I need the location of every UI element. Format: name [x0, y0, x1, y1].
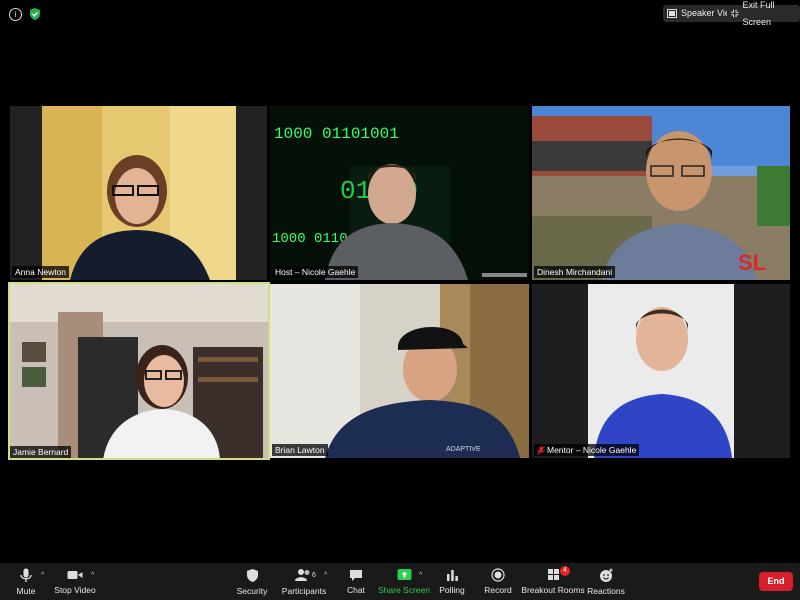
- shirt-text: ADAPTIVE: [446, 446, 481, 453]
- video-tile-brian-lawton[interactable]: ADAPTIVE Brian Lawton: [270, 284, 529, 458]
- security-shield-icon: [246, 569, 258, 582]
- polling-label: Polling: [439, 585, 465, 595]
- reactions-button[interactable]: Reactions: [587, 563, 625, 600]
- security-button[interactable]: Security: [236, 563, 268, 600]
- polling-bar-chart-icon: [446, 570, 458, 581]
- chat-label: Chat: [347, 585, 365, 595]
- top-bar: i Speaker View Exit Full Screen: [0, 0, 800, 28]
- breakout-rooms-button[interactable]: Breakout Rooms: [521, 563, 585, 600]
- speaker-view-icon: [667, 9, 677, 18]
- chevron-up-icon[interactable]: ^: [41, 572, 44, 579]
- participants-icon: [295, 569, 310, 581]
- breakout-rooms-label: Breakout Rooms: [521, 585, 585, 595]
- participant-name-label: Mentor – Nicole Gaehle: [534, 444, 640, 456]
- chat-button[interactable]: Chat: [344, 563, 368, 600]
- participant-name-label: Anna Newton: [12, 266, 70, 278]
- mute-button[interactable]: Mute: [13, 563, 39, 600]
- share-screen-label: Share Screen: [378, 585, 430, 595]
- video-tile-dinesh-mirchandani[interactable]: SL Dinesh Mirchandani: [532, 106, 790, 280]
- participant-name: Host – Nicole Gaehle: [275, 267, 356, 277]
- participant-name: Dinesh Mirchandani: [537, 267, 613, 277]
- mute-label: Mute: [16, 586, 36, 596]
- video-feed: [8, 282, 270, 460]
- smiley-plus-icon: [599, 568, 613, 582]
- binary-text-3: 1000 0110: [272, 231, 348, 247]
- video-camera-icon: [67, 571, 83, 579]
- participants-button[interactable]: Participants: [281, 563, 327, 600]
- video-feed: [532, 284, 790, 458]
- participant-name: Anna Newton: [15, 267, 67, 277]
- meeting-toolbar: Mute ^ Stop Video ^ Security Participant…: [0, 563, 800, 600]
- microphone-icon: [20, 568, 32, 582]
- video-tile-jamie-bernard[interactable]: Jamie Bernard: [8, 282, 270, 460]
- video-feed: 1000 01101001 01010 1000 0110: [270, 106, 529, 280]
- chevron-up-icon[interactable]: ^: [91, 572, 94, 579]
- share-screen-button[interactable]: Share Screen: [378, 563, 430, 600]
- participant-name: Jamie Bernard: [13, 447, 69, 457]
- notification-badge: 4: [560, 566, 570, 576]
- chevron-up-icon[interactable]: ^: [419, 572, 422, 579]
- record-button[interactable]: Record: [484, 563, 512, 600]
- exit-fullscreen-icon: [731, 9, 739, 18]
- video-feed: ADAPTIVE: [270, 284, 529, 458]
- chevron-up-icon[interactable]: ^: [324, 572, 327, 579]
- video-tile-mentor-nicole-gaehle[interactable]: Mentor – Nicole Gaehle: [532, 284, 790, 458]
- participant-name-label: Brian Lawton: [272, 444, 328, 456]
- video-tile-anna-newton[interactable]: Anna Newton: [10, 106, 267, 280]
- polling-button[interactable]: Polling: [439, 563, 465, 600]
- record-icon: [491, 568, 505, 582]
- video-feed: [10, 106, 267, 280]
- share-screen-icon: [397, 569, 411, 580]
- sign-text: SL: [738, 250, 766, 275]
- binary-text-1: 1000 01101001: [274, 125, 399, 143]
- participants-label: Participants: [281, 586, 327, 596]
- participant-name-label: Dinesh Mirchandani: [534, 266, 616, 278]
- reactions-label: Reactions: [587, 586, 625, 596]
- muted-microphone-icon: [537, 445, 545, 455]
- security-label: Security: [236, 586, 268, 596]
- participant-name-label: Host – Nicole Gaehle: [272, 266, 359, 278]
- participant-name-label: Jamie Bernard: [10, 446, 72, 458]
- participant-name: Mentor – Nicole Gaehle: [547, 445, 637, 455]
- participant-name: Brian Lawton: [275, 445, 325, 455]
- stop-video-label: Stop Video: [54, 585, 96, 595]
- end-meeting-button[interactable]: End: [759, 572, 793, 591]
- exit-fullscreen-label: Exit Full Screen: [742, 0, 775, 27]
- video-tile-host-nicole-gaehle[interactable]: 1000 01101001 01010 1000 0110 Host – Nic…: [270, 106, 529, 280]
- stop-video-button[interactable]: Stop Video: [54, 563, 96, 600]
- exit-fullscreen-button[interactable]: Exit Full Screen: [727, 0, 800, 27]
- info-icon[interactable]: i: [9, 8, 22, 21]
- participants-count: 6: [312, 572, 316, 579]
- video-feed: SL: [532, 106, 790, 280]
- encryption-shield-icon[interactable]: [28, 7, 42, 21]
- breakout-rooms-grid-icon: [547, 569, 559, 580]
- chat-bubble-icon: [350, 570, 362, 581]
- record-label: Record: [484, 585, 512, 595]
